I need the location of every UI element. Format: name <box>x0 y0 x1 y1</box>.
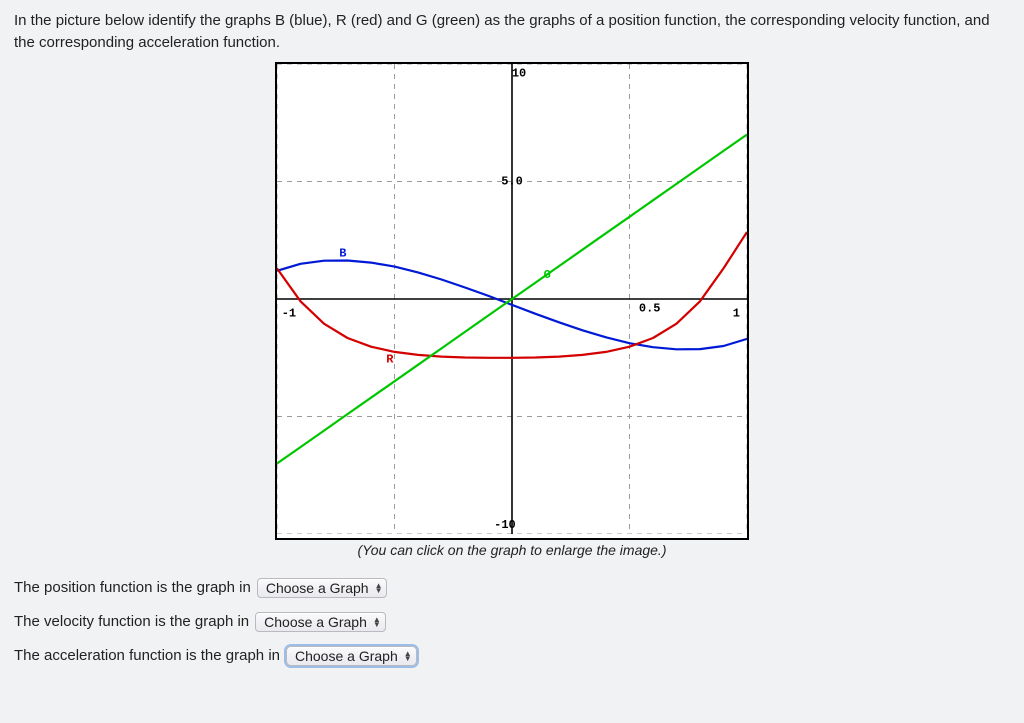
chart-caption: (You can click on the graph to enlarge t… <box>14 542 1010 558</box>
svg-text:G: G <box>544 267 551 281</box>
acceleration-select-value: Choose a Graph <box>295 648 398 664</box>
position-label: The position function is the graph in <box>14 579 251 596</box>
svg-text:-1: -1 <box>282 306 296 320</box>
position-answer-line: The position function is the graph in Ch… <box>14 578 1010 598</box>
acceleration-answer-line: The acceleration function is the graph i… <box>14 646 1010 666</box>
dropdown-arrows-icon: ▲▼ <box>404 651 412 661</box>
question-prompt: In the picture below identify the graphs… <box>14 10 1010 54</box>
dropdown-arrows-icon: ▲▼ <box>373 617 381 627</box>
velocity-select[interactable]: Choose a Graph ▲▼ <box>255 612 386 632</box>
position-select-value: Choose a Graph <box>266 580 369 596</box>
svg-text:10: 10 <box>512 66 526 80</box>
dropdown-arrows-icon: ▲▼ <box>375 583 383 593</box>
velocity-answer-line: The velocity function is the graph in Ch… <box>14 612 1010 632</box>
acceleration-label: The acceleration function is the graph i… <box>14 647 280 664</box>
svg-text:0.5: 0.5 <box>639 301 661 315</box>
chart-plot[interactable]: B R G 1 10 -1 0.5 5.0 -10 <box>275 62 749 540</box>
answer-section: The position function is the graph in Ch… <box>14 578 1010 666</box>
velocity-label: The velocity function is the graph in <box>14 613 249 630</box>
acceleration-select[interactable]: Choose a Graph ▲▼ <box>286 646 417 666</box>
svg-text:5.0: 5.0 <box>501 174 523 188</box>
svg-text:1: 1 <box>733 306 740 320</box>
chart-svg: B R G 1 10 -1 0.5 5.0 -10 <box>277 64 747 534</box>
position-select[interactable]: Choose a Graph ▲▼ <box>257 578 388 598</box>
svg-text:-10: -10 <box>494 517 516 531</box>
svg-text:R: R <box>386 352 394 366</box>
svg-text:B: B <box>339 246 346 260</box>
velocity-select-value: Choose a Graph <box>264 614 367 630</box>
